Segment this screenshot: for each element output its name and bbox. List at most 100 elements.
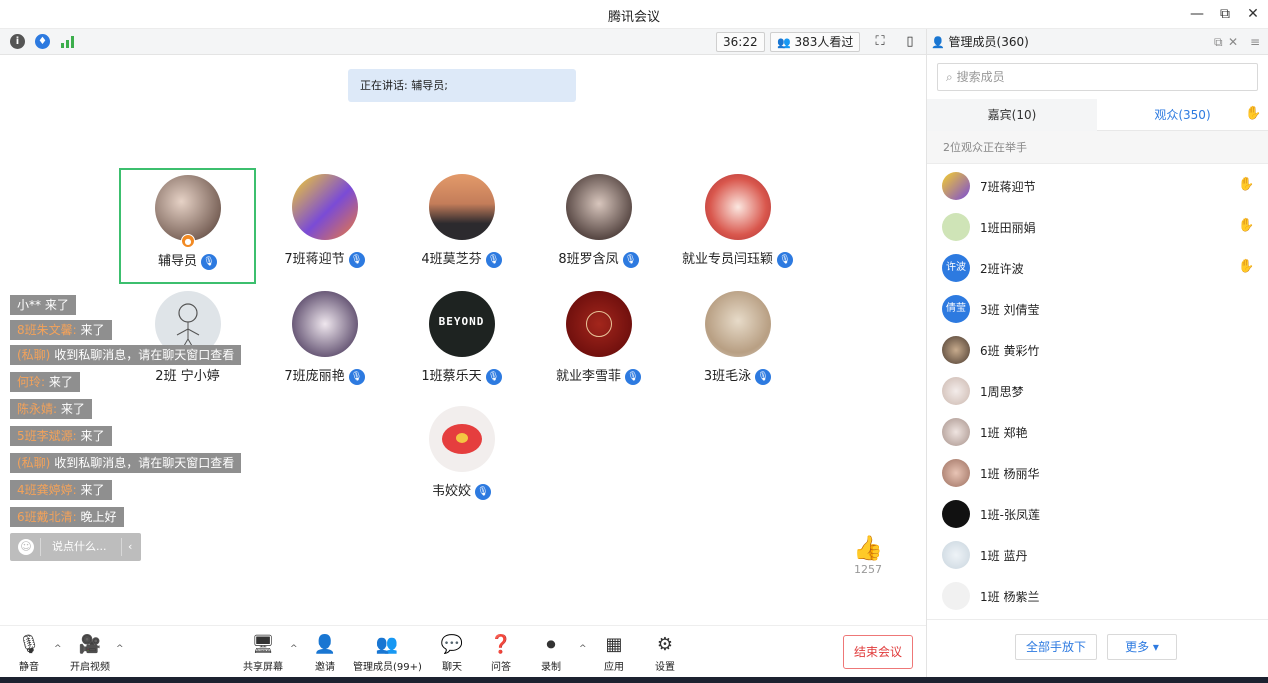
tab-audience[interactable]: 观众(350): [1097, 99, 1268, 131]
taskbar: [0, 677, 1268, 683]
list-item[interactable]: 1班 蓝丹: [927, 535, 1268, 575]
mute-button[interactable]: 🎙 静音: [12, 634, 46, 673]
close-panel-icon[interactable]: ✕: [1228, 29, 1238, 55]
members-panel: 👤 管理成员(360) ⧉ ✕ ≡ ⌕ 搜索成员 嘉宾(10) 观众(350) …: [926, 29, 1268, 677]
close-button[interactable]: ✕: [1242, 4, 1264, 24]
layout-icon[interactable]: ▯: [902, 34, 918, 50]
speaking-banner: 正在讲话: 辅导员;: [348, 69, 576, 102]
signal-icon[interactable]: [61, 36, 75, 48]
mic-icon: 🎙: [348, 369, 365, 385]
participant-tile[interactable]: 2班 宁小婷: [119, 285, 256, 401]
all-hands-down-button[interactable]: 全部手放下: [1015, 634, 1097, 660]
member-tabs: 嘉宾(10) 观众(350) ✋: [927, 99, 1268, 131]
avatar: 倩莹: [942, 295, 970, 323]
add-user-icon: 👤: [313, 634, 337, 655]
search-members-input[interactable]: ⌕ 搜索成员: [937, 63, 1258, 91]
emoji-icon[interactable]: ☺: [18, 539, 34, 555]
mic-icon: 🎙: [777, 252, 793, 268]
avatar: [942, 582, 970, 610]
more-button[interactable]: 更多 ▾: [1107, 634, 1177, 660]
apps-button[interactable]: ▦ 应用: [602, 634, 626, 673]
audio-options-icon[interactable]: ^: [54, 644, 62, 654]
gear-icon: ⚙: [656, 634, 674, 655]
info-icon[interactable]: i: [10, 34, 25, 49]
invite-button[interactable]: 👤 邀请: [312, 634, 338, 673]
shield-icon[interactable]: ♦: [35, 34, 50, 49]
chat-icon: 💬: [440, 634, 464, 655]
mic-icon: 🎙: [625, 369, 641, 385]
popout-icon[interactable]: ⧉: [1214, 29, 1223, 55]
list-item[interactable]: 6班 黄彩竹: [927, 330, 1268, 370]
raised-hand-icon[interactable]: ✋: [1238, 258, 1254, 276]
qa-button[interactable]: ❓ 问答: [489, 634, 513, 673]
participant-tile[interactable]: ● 辅导员 🎙: [119, 168, 256, 284]
participant-name: 就业李雪菲: [555, 369, 621, 384]
manage-members-button[interactable]: 👥 管理成员(99+): [353, 634, 422, 673]
restore-button[interactable]: ⧉: [1214, 4, 1236, 24]
list-item[interactable]: 1班田丽娟 ✋: [927, 207, 1268, 247]
member-name: 1班-张凤莲: [980, 508, 1040, 522]
avatar: [154, 175, 221, 241]
list-item[interactable]: 1周思梦: [927, 371, 1268, 411]
list-item[interactable]: 7班蒋迎节 ✋: [927, 166, 1268, 206]
members-panel-footer: 全部手放下 更多 ▾: [927, 619, 1268, 677]
member-name: 1班 杨紫兰: [980, 590, 1040, 604]
participant-tile[interactable]: BEYOND 1班蔡乐天 🎙: [393, 285, 530, 401]
people-icon: 👥: [777, 36, 791, 49]
microphone-icon: 🎙: [17, 634, 41, 655]
participant-tile[interactable]: 3班毛泳 🎙: [669, 285, 806, 401]
raised-hand-icon[interactable]: ✋: [1238, 217, 1254, 235]
participant-tile[interactable]: 就业李雪菲 🎙: [530, 285, 667, 401]
participant-name: 8班罗含凤: [558, 252, 619, 267]
fullscreen-icon[interactable]: ⛶: [872, 34, 888, 50]
collapse-chat-icon[interactable]: ‹: [128, 533, 132, 561]
participant-tile[interactable]: 韦姣姣 🎙: [393, 400, 530, 516]
share-options-icon[interactable]: ^: [290, 644, 298, 654]
chat-input[interactable]: ☺ 说点什么... ‹: [10, 533, 141, 561]
participant-name: 7班庞丽艳: [284, 369, 345, 384]
record-button[interactable]: ⏺ 录制: [539, 634, 563, 673]
record-icon: ⏺: [546, 634, 556, 655]
viewer-count[interactable]: 👥 383人看过: [770, 32, 861, 52]
person-icon: 👤: [931, 36, 945, 49]
share-screen-button[interactable]: 🖥 共享屏幕: [242, 634, 284, 673]
participants-grid: 正在讲话: 辅导员; ● 辅导员 🎙 7班蒋迎节 🎙 4班莫芝芬 🎙 8班罗含凤 🎙 就…: [0, 55, 926, 625]
list-item[interactable]: 1班 杨丽华: [927, 453, 1268, 493]
list-item[interactable]: 倩莹 3班 刘倩莹: [927, 289, 1268, 329]
avatar: [942, 541, 970, 569]
viewer-count-label: 383人看过: [794, 35, 854, 49]
participant-name: 就业专员闫珏颖: [681, 252, 773, 267]
list-item[interactable]: 1班 郑艳: [927, 412, 1268, 452]
tab-guests[interactable]: 嘉宾(10): [927, 99, 1097, 131]
like-count: 1257: [854, 563, 882, 576]
avatar: [942, 500, 970, 528]
record-options-icon[interactable]: ^: [579, 644, 587, 654]
hand-lowered-icon[interactable]: ✋: [1238, 176, 1254, 194]
avatar: BEYOND: [428, 291, 495, 357]
settings-button[interactable]: ⚙ 设置: [653, 634, 677, 673]
raise-hand-icon[interactable]: ✋: [1245, 106, 1261, 121]
meeting-timer: 36:22: [716, 32, 765, 52]
list-item[interactable]: 1班-张凤莲: [927, 494, 1268, 534]
minimize-button[interactable]: —: [1186, 4, 1208, 24]
participant-name: 2班 宁小婷: [155, 369, 220, 384]
question-icon: ❓: [489, 634, 513, 655]
end-meeting-button[interactable]: 结束会议: [843, 635, 913, 669]
like-button[interactable]: 👍 1257: [850, 533, 886, 576]
participant-tile[interactable]: 7班蒋迎节 🎙: [256, 168, 393, 284]
list-item[interactable]: 1班 杨紫兰: [927, 576, 1268, 616]
participant-tile[interactable]: 4班莫芝芬 🎙: [393, 168, 530, 284]
participant-tile[interactable]: 7班庞丽艳 🎙: [256, 285, 393, 401]
participant-name: 1班蔡乐天: [421, 369, 482, 384]
list-item[interactable]: 许波 2班许波 ✋: [927, 248, 1268, 288]
title-bar: 腾讯会议 — ⧉ ✕: [0, 0, 1268, 29]
video-button[interactable]: 🎥 开启视频: [66, 634, 114, 673]
participant-tile[interactable]: 就业专员闫珏颖 🎙: [669, 168, 806, 284]
video-options-icon[interactable]: ^: [116, 644, 124, 654]
menu-icon[interactable]: ≡: [1250, 29, 1260, 55]
mic-icon: 🎙: [348, 252, 365, 268]
participant-tile[interactable]: 8班罗含凤 🎙: [530, 168, 667, 284]
chat-message: 6班戴北清: 晚上好: [10, 507, 124, 527]
chat-button[interactable]: 💬 聊天: [440, 634, 464, 673]
avatar: [942, 336, 970, 364]
